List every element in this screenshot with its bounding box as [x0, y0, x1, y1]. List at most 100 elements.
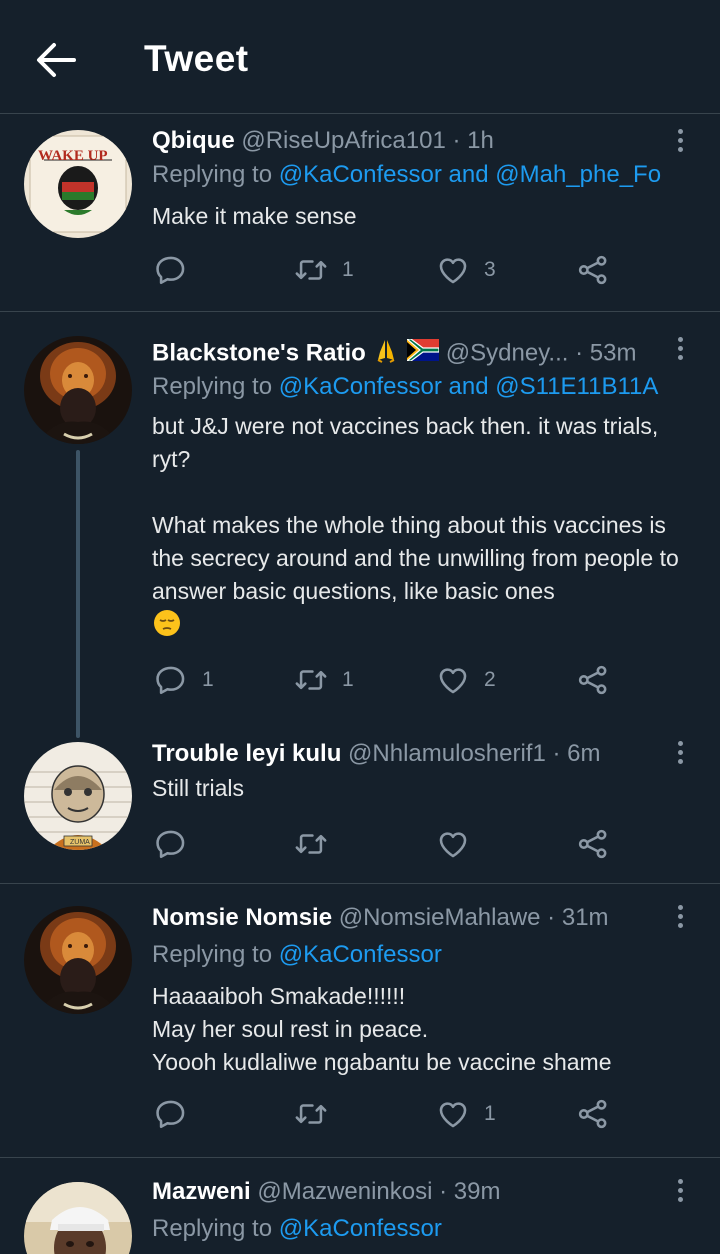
retweet-icon — [294, 253, 328, 287]
pensive-face-emoji — [152, 608, 182, 647]
mention-joiner: and — [448, 373, 489, 400]
meta-separator: · — [439, 1178, 448, 1205]
user-handle[interactable]: @NomsieMahlawe — [339, 904, 541, 931]
mention-joiner: and — [448, 161, 489, 188]
avatar[interactable] — [24, 1182, 132, 1254]
reply-count: 1 — [202, 668, 214, 691]
more-options-button[interactable] — [670, 1176, 690, 1206]
display-name[interactable]: Nomsie Nomsie — [152, 904, 332, 931]
avatar[interactable] — [24, 336, 132, 444]
more-vertical-icon — [677, 1179, 683, 1184]
like-count: 1 — [484, 1102, 496, 1125]
share-button[interactable] — [576, 250, 610, 290]
retweet-button[interactable]: 1 — [294, 250, 354, 290]
tweet[interactable]: Blackstone's Ratio @Sydney... · 53m Repl… — [0, 312, 720, 738]
tweet[interactable]: WAKE UP Qbique @RiseUpAfrica101 · 1h Rep… — [0, 114, 720, 312]
avatar[interactable] — [24, 906, 132, 1014]
retweet-icon — [294, 663, 328, 697]
reply-button[interactable]: 1 — [154, 660, 214, 700]
display-name[interactable]: Mazweni — [152, 1178, 251, 1205]
replying-to-label: Replying to — [152, 373, 273, 400]
avatar[interactable]: WAKE UP — [24, 130, 132, 238]
display-name[interactable]: Trouble leyi kulu — [152, 740, 341, 767]
heart-icon — [436, 253, 470, 287]
heart-icon — [436, 663, 470, 697]
more-options-button[interactable] — [670, 738, 690, 768]
reply-button[interactable] — [154, 824, 202, 864]
tweet-text-line: May her soul rest in peace. — [152, 1016, 429, 1042]
timestamp[interactable]: 39m — [454, 1178, 501, 1205]
like-button[interactable]: 3 — [436, 250, 496, 290]
more-options-button[interactable] — [670, 126, 690, 156]
tweet-actions: 1 — [152, 1094, 652, 1134]
heart-icon — [436, 1097, 470, 1131]
retweet-button[interactable]: 1 — [294, 660, 354, 700]
timestamp[interactable]: 6m — [567, 740, 600, 767]
tweet-text-line: Make it make sense — [152, 203, 357, 229]
replying-to: Replying to @KaConfessor and @S11E11B11A — [152, 372, 658, 402]
arrow-left-icon — [37, 43, 76, 77]
timestamp[interactable]: 53m — [590, 339, 637, 366]
timestamp[interactable]: 1h — [467, 127, 494, 154]
user-handle[interactable]: @RiseUpAfrica101 — [241, 127, 445, 154]
tweet-text: Make it make sense — [152, 200, 702, 233]
replying-to-label: Replying to — [152, 161, 273, 188]
meta-separator: · — [452, 127, 461, 154]
replying-to-label: Replying to — [152, 941, 273, 968]
mention-link[interactable]: @KaConfessor — [279, 941, 442, 968]
mention-link[interactable]: @KaConfessor — [279, 1215, 442, 1242]
tweet-text-line: but J&J were not vaccines back then. it … — [152, 413, 659, 472]
share-icon — [576, 253, 610, 287]
share-icon — [576, 1097, 610, 1131]
reply-button[interactable] — [154, 250, 202, 290]
mention-link[interactable]: @S11E11B11A — [495, 373, 658, 400]
reply-button[interactable] — [154, 1094, 202, 1134]
user-handle[interactable]: @Nhlamulosherif1 — [348, 740, 546, 767]
back-button[interactable] — [34, 40, 78, 80]
tweet-text: Haaaaiboh Smakade!!!!!! May her soul res… — [152, 980, 702, 1079]
tweet-actions: 1 1 2 — [152, 660, 652, 700]
more-vertical-icon — [677, 129, 683, 134]
tweet-text-line-content: What makes the whole thing about this va… — [152, 512, 679, 604]
tweet-text: Still trials — [152, 772, 702, 805]
meta-separator: · — [575, 339, 584, 367]
display-name[interactable]: Blackstone's Ratio — [152, 339, 366, 366]
retweet-button[interactable] — [294, 824, 342, 864]
folded-hands-emoji — [372, 336, 400, 372]
replying-to-label: Replying to — [152, 1215, 273, 1242]
tweet-actions — [152, 824, 652, 864]
mention-link[interactable]: @KaConfessor — [279, 373, 442, 400]
top-app-bar: Tweet — [0, 0, 720, 114]
meta-separator: · — [547, 904, 556, 931]
avatar[interactable]: ZUMA — [24, 742, 132, 850]
reply-bubble-icon — [154, 253, 188, 287]
like-button[interactable]: 1 — [436, 1094, 496, 1134]
user-handle[interactable]: @Mazweninkosi — [257, 1178, 432, 1205]
reply-bubble-icon — [154, 1097, 188, 1131]
tweet-text-line: Haaaaiboh Smakade!!!!!! — [152, 983, 406, 1009]
share-button[interactable] — [576, 824, 610, 864]
tweet[interactable]: Nomsie Nomsie @NomsieMahlawe · 31m Reply… — [0, 884, 720, 1158]
timestamp[interactable]: 31m — [562, 904, 609, 931]
like-button[interactable] — [436, 824, 484, 864]
share-button[interactable] — [576, 660, 610, 700]
more-options-button[interactable] — [670, 902, 690, 932]
like-count: 3 — [484, 258, 496, 281]
tweet-text: but J&J were not vaccines back then. it … — [152, 410, 702, 647]
more-options-button[interactable] — [670, 334, 690, 364]
avatar-art-text: ZUMA — [70, 839, 90, 846]
replying-to: Replying to @KaConfessor — [152, 940, 442, 970]
mention-link[interactable]: @KaConfessor — [279, 161, 442, 188]
share-button[interactable] — [576, 1094, 610, 1134]
like-button[interactable]: 2 — [436, 660, 496, 700]
thread-connector — [76, 450, 80, 738]
tweet[interactable]: Mazweni @Mazweninkosi · 39m Replying to … — [0, 1158, 720, 1254]
display-name[interactable]: Qbique — [152, 127, 235, 154]
mention-link[interactable]: @Mah_phe_Fo — [495, 161, 661, 188]
tweet[interactable]: ZUMA Trouble leyi kulu @Nhlamulosherif1 … — [0, 724, 720, 884]
retweet-button[interactable] — [294, 1094, 342, 1134]
tweet-text-line: What makes the whole thing about this va… — [152, 509, 702, 647]
heart-icon — [436, 827, 470, 861]
user-handle[interactable]: @Sydney... — [446, 339, 569, 366]
meta-separator: · — [552, 740, 561, 767]
